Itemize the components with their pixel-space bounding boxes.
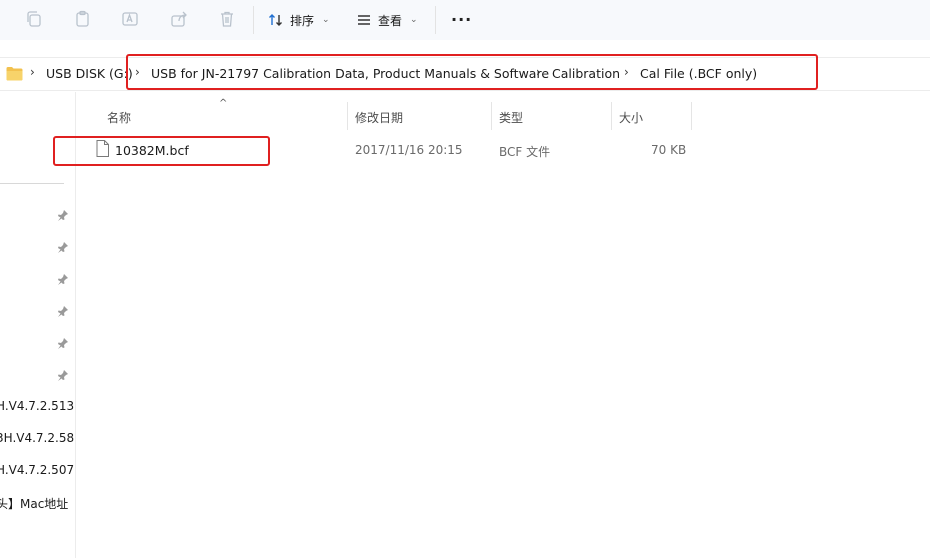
sidebar-item[interactable]: 3H.V4.7.2.58 <box>0 431 74 445</box>
file-size: 70 KB <box>651 143 687 157</box>
more-options-button[interactable]: ··· <box>451 10 472 29</box>
pin-icon <box>58 370 68 381</box>
column-divider[interactable] <box>347 102 348 130</box>
sort-label: 排序 <box>290 13 315 28</box>
column-header-modified[interactable]: 修改日期 <box>355 109 403 126</box>
path-highlight-box <box>126 54 818 90</box>
column-header-type[interactable]: 类型 <box>499 109 523 126</box>
sidebar-item[interactable]: 头】Mac地址 <box>0 495 74 512</box>
rename-icon[interactable] <box>120 9 140 29</box>
pin-icon <box>58 242 68 253</box>
file-explorer-window: 排序 ⌄ 查看 ⌄ ··· › USB DISK (G:) › USB for … <box>0 0 930 558</box>
chevron-down-icon: ⌄ <box>322 15 330 25</box>
file-modified-date: 2017/11/16 20:15 <box>355 143 463 157</box>
toolbar-divider <box>253 6 254 34</box>
copy-icon[interactable] <box>24 9 44 29</box>
file-type: BCF 文件 <box>499 145 551 159</box>
breadcrumb-separator: › <box>30 65 35 79</box>
file-highlight-box <box>53 136 270 166</box>
pin-icon <box>58 338 68 349</box>
toolbar-divider <box>435 6 436 34</box>
chevron-down-icon: ⌄ <box>410 15 418 25</box>
view-icon <box>358 15 370 25</box>
column-divider[interactable] <box>491 102 492 130</box>
sort-button[interactable]: 排序 ⌄ <box>268 8 330 32</box>
sort-ascending-indicator: ^ <box>219 98 228 109</box>
column-divider[interactable] <box>611 102 612 130</box>
column-header-size[interactable]: 大小 <box>619 109 643 126</box>
pin-icon <box>58 210 68 221</box>
sidebar-item[interactable]: H.V4.7.2.513 <box>0 399 74 413</box>
pin-icon <box>58 274 68 285</box>
command-bar: 排序 ⌄ 查看 ⌄ ··· <box>0 0 930 40</box>
breadcrumb-item-drive[interactable]: USB DISK (G:) <box>46 66 133 81</box>
column-header-name[interactable]: 名称 <box>107 109 131 126</box>
view-button[interactable]: 查看 ⌄ <box>356 8 418 32</box>
pin-icon <box>58 306 68 317</box>
paste-icon[interactable] <box>73 9 93 29</box>
share-icon[interactable] <box>169 9 189 29</box>
folder-icon <box>6 67 23 81</box>
sort-icon <box>269 14 282 26</box>
column-divider[interactable] <box>691 102 692 130</box>
delete-icon[interactable] <box>217 9 237 29</box>
sidebar-item[interactable]: H.V4.7.2.507 <box>0 463 74 477</box>
view-label: 查看 <box>378 13 403 28</box>
nav-divider <box>0 183 64 184</box>
